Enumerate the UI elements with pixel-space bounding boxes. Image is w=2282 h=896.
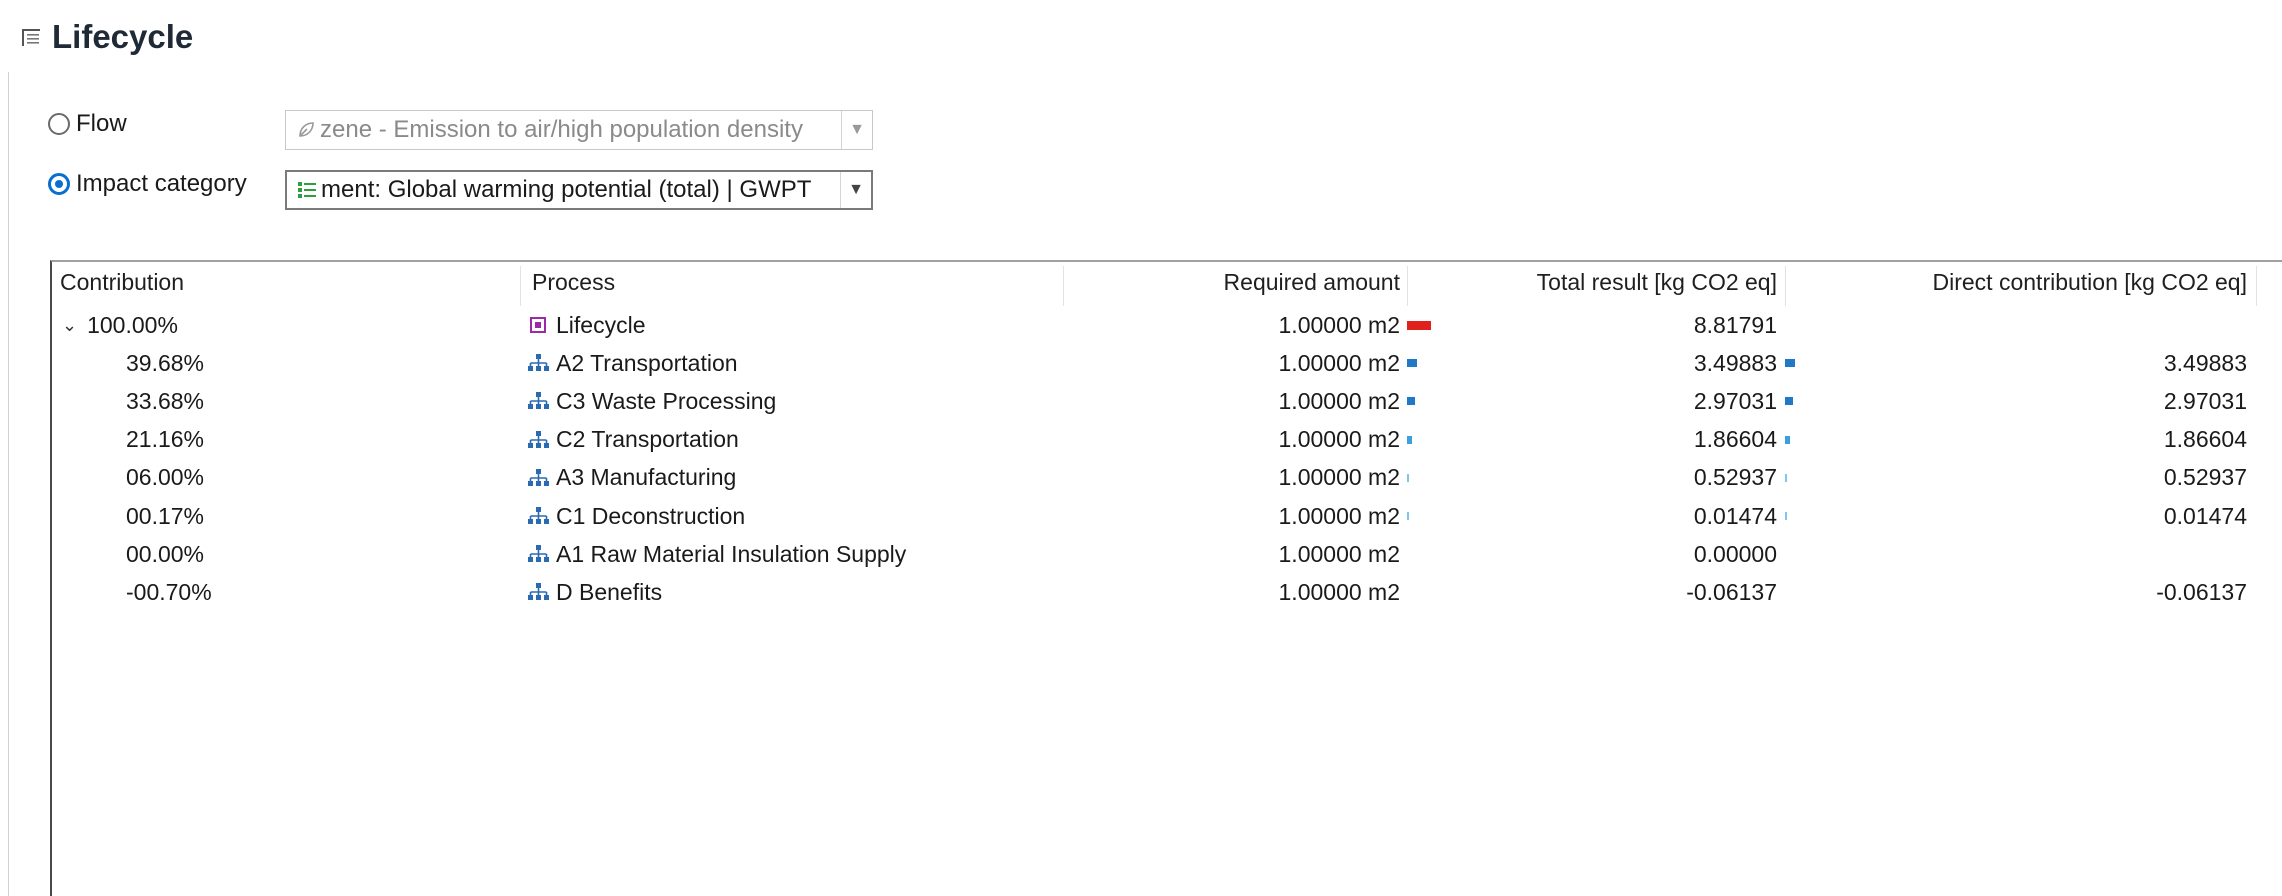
total-result-cell: 0.52937 <box>1693 464 1777 491</box>
direct-contribution-cell <box>1785 306 2247 344</box>
impact-category-icon <box>293 179 321 201</box>
direct-contribution-cell: 0.52937 <box>2163 464 2247 491</box>
process-name: C3 Waste Processing <box>556 387 777 414</box>
process-cell: A1 Raw Material Insulation Supply <box>526 535 906 573</box>
flow-radio[interactable] <box>48 113 70 135</box>
process-name: A2 Transportation <box>556 349 738 376</box>
contribution-cell: ⌄ 100.00% <box>62 306 178 344</box>
contribution-cell: 00.17% <box>126 497 204 535</box>
process-name: C1 Deconstruction <box>556 502 746 529</box>
column-separator[interactable] <box>2256 266 2257 306</box>
process-tree-icon <box>526 580 550 604</box>
process-name: Lifecycle <box>556 311 646 338</box>
process-cell: C3 Waste Processing <box>526 382 776 420</box>
contribution-value: 33.68% <box>126 387 205 414</box>
process-tree-icon <box>526 504 550 528</box>
page-title: Lifecycle <box>52 18 194 55</box>
impact-combo-value: ment: Global warming potential (total) |… <box>321 176 812 203</box>
chevron-down-icon[interactable]: ▼ <box>840 172 871 208</box>
direct-contribution-cell <box>1785 535 2247 573</box>
process-cell: A3 Manufacturing <box>526 459 736 497</box>
process-name: C2 Transportation <box>556 426 739 453</box>
required-amount-cell: 1.00000 m2 <box>1278 578 1400 605</box>
contribution-cell: -00.70% <box>126 573 212 611</box>
contribution-cell: 00.00% <box>126 535 204 573</box>
direct-contribution-cell: 1.86604 <box>2163 426 2247 453</box>
flow-combo[interactable]: zene - Emission to air/high population d… <box>285 110 873 150</box>
table-row[interactable]: 00.17% C1 Deconstruction 1.00000 m2 0.01474… <box>52 497 2282 535</box>
process-cell: C1 Deconstruction <box>526 497 745 535</box>
column-separator[interactable] <box>520 266 521 306</box>
contribution-value: 39.68% <box>126 349 205 376</box>
table-row[interactable]: ⌄ 100.00% Lifecycle 1.00000 m2 8.81791 <box>52 306 2282 344</box>
required-amount-cell: 1.00000 m2 <box>1278 311 1400 338</box>
process-cell: C2 Transportation <box>526 421 739 459</box>
table-row[interactable]: -00.70% D Benefits 1.00000 m2 -0.06137 -0.06… <box>52 573 2282 611</box>
process-cell: D Benefits <box>526 573 662 611</box>
contribution-cell: 39.68% <box>126 344 204 382</box>
flow-leaf-icon <box>292 120 320 140</box>
column-header-contribution[interactable]: Contribution <box>60 262 184 302</box>
process-tree-icon <box>526 389 550 413</box>
direct-contribution-cell: -0.06137 <box>2156 578 2247 605</box>
process-tree-icon <box>526 351 550 375</box>
impact-radio-label: Impact category <box>76 170 247 197</box>
contribution-cell: 06.00% <box>126 459 204 497</box>
table-row[interactable]: 06.00% A3 Manufacturing 1.00000 m2 0.52937 0… <box>52 459 2282 497</box>
flow-radio-label: Flow <box>76 110 127 137</box>
product-system-icon <box>526 313 550 337</box>
contribution-cell: 33.68% <box>126 382 204 420</box>
total-result-cell: 8.81791 <box>1693 311 1777 338</box>
contribution-value: 21.16% <box>126 426 205 453</box>
process-name: A3 Manufacturing <box>556 464 737 491</box>
total-result-cell: 0.00000 <box>1693 540 1777 567</box>
editor-header: Lifecycle <box>20 18 193 56</box>
total-result-cell: 3.49883 <box>1693 349 1777 376</box>
process-name: D Benefits <box>556 578 663 605</box>
impact-combo[interactable]: ment: Global warming potential (total) |… <box>285 170 873 210</box>
process-tree-icon <box>526 542 550 566</box>
left-border <box>8 72 9 896</box>
column-header-total-result[interactable]: Total result [kg CO2 eq] <box>1407 262 1777 302</box>
process-cell: Lifecycle <box>526 306 645 344</box>
column-header-process[interactable]: Process <box>532 262 615 302</box>
column-header-direct-contribution[interactable]: Direct contribution [kg CO2 eq] <box>1785 262 2247 302</box>
table-row[interactable]: 33.68% C3 Waste Processing 1.00000 m2 2.970… <box>52 382 2282 420</box>
process-tree-icon <box>526 466 550 490</box>
contribution-cell: 21.16% <box>126 421 204 459</box>
contribution-value: 00.17% <box>126 502 205 529</box>
process-tree-icon <box>526 428 550 452</box>
chevron-down-icon[interactable]: ⌄ <box>62 315 77 336</box>
editor-page-icon <box>20 26 42 48</box>
impact-radio-option[interactable]: Impact category <box>48 170 247 198</box>
impact-radio[interactable] <box>48 173 70 195</box>
process-name: A1 Raw Material Insulation Supply <box>556 540 907 567</box>
direct-contribution-cell: 2.97031 <box>2163 387 2247 414</box>
contribution-value: 06.00% <box>126 464 205 491</box>
total-result-cell: -0.06137 <box>1686 578 1777 605</box>
required-amount-cell: 1.00000 m2 <box>1278 464 1400 491</box>
table-row[interactable]: 21.16% C2 Transportation 1.00000 m2 1.86604… <box>52 421 2282 459</box>
column-header-required-amount[interactable]: Required amount <box>1063 262 1400 302</box>
table-row[interactable]: 00.00% A1 Raw Material Insulation Supply 1… <box>52 535 2282 573</box>
required-amount-cell: 1.00000 m2 <box>1278 426 1400 453</box>
table-row[interactable]: 39.68% A2 Transportation 1.00000 m2 3.49883… <box>52 344 2282 382</box>
contribution-value: 00.00% <box>126 540 205 567</box>
flow-combo-value: zene - Emission to air/high population d… <box>320 116 803 143</box>
required-amount-cell: 1.00000 m2 <box>1278 502 1400 529</box>
flow-radio-option[interactable]: Flow <box>48 110 127 138</box>
direct-contribution-cell: 3.49883 <box>2163 349 2247 376</box>
process-cell: A2 Transportation <box>526 344 738 382</box>
required-amount-cell: 1.00000 m2 <box>1278 387 1400 414</box>
direct-contribution-cell: 0.01474 <box>2163 502 2247 529</box>
total-result-cell: 0.01474 <box>1693 502 1777 529</box>
contribution-value: -00.70% <box>126 578 212 605</box>
total-result-cell: 1.86604 <box>1693 426 1777 453</box>
contribution-value: 100.00% <box>87 311 178 338</box>
required-amount-cell: 1.00000 m2 <box>1278 349 1400 376</box>
chevron-down-icon[interactable]: ▼ <box>841 111 872 149</box>
required-amount-cell: 1.00000 m2 <box>1278 540 1400 567</box>
total-result-cell: 2.97031 <box>1693 387 1777 414</box>
